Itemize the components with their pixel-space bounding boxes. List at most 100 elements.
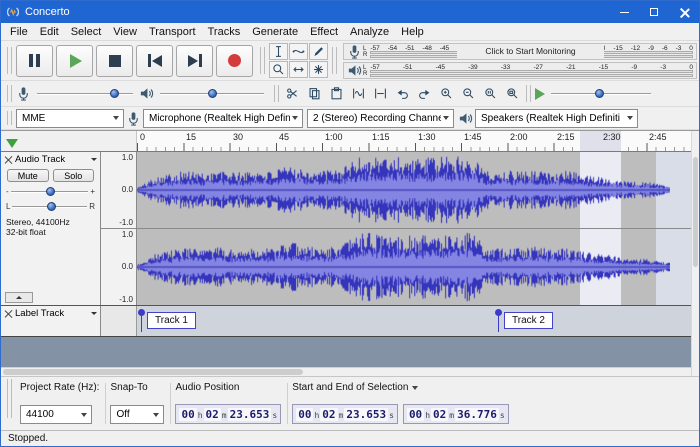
fit-selection-button[interactable] <box>481 84 500 103</box>
gain-thumb[interactable] <box>46 187 55 196</box>
zoom-out-button[interactable] <box>459 84 478 103</box>
timeline-ruler[interactable]: 0 15 30 45 1:00 1:15 1:30 1:45 2:00 2:15… <box>137 131 691 151</box>
selection-tool-button[interactable] <box>269 43 288 60</box>
fit-project-button[interactable] <box>503 84 522 103</box>
audio-position-field[interactable]: 00h 02m 23.653s <box>175 404 281 424</box>
menu-help[interactable]: Help <box>395 25 430 39</box>
label-text[interactable]: Track 1 <box>147 312 196 329</box>
selection-range-label[interactable]: Start and End of Selection <box>292 382 508 393</box>
empty-track-area[interactable] <box>1 337 691 367</box>
timeshift-tool-button[interactable] <box>289 61 308 78</box>
selection-toolbar-grip[interactable] <box>7 379 12 418</box>
playback-meter[interactable]: LR -57-51-45-39-33-27-21-15-9-30 <box>343 62 697 79</box>
meter-toolbar-grip[interactable] <box>332 47 337 74</box>
label-text[interactable]: Track 2 <box>504 312 553 329</box>
draw-tool-button[interactable] <box>309 43 328 60</box>
recording-device-select[interactable]: Microphone (Realtek High Defini <box>143 109 303 128</box>
collapse-track-button[interactable] <box>5 292 33 303</box>
audacity-window: Concerto File Edit Select View Transport… <box>0 0 700 447</box>
label-marker[interactable] <box>141 310 142 332</box>
selection-end-field[interactable]: 00h 02m 36.776s <box>403 404 509 424</box>
close-track-button[interactable] <box>4 156 12 164</box>
multi-tool-button[interactable] <box>309 61 328 78</box>
dropdown-arrow-icon <box>153 413 159 417</box>
play-speed-thumb[interactable] <box>595 89 604 98</box>
monitoring-text[interactable]: Click to Start Monitoring <box>457 45 605 58</box>
cut-button[interactable] <box>283 84 302 103</box>
menu-tracks[interactable]: Tracks <box>202 25 247 39</box>
snap-to-select[interactable]: Off <box>110 405 164 424</box>
waveform-left[interactable] <box>137 152 691 228</box>
menu-view[interactable]: View <box>107 25 143 39</box>
redo-button[interactable] <box>415 84 434 103</box>
playback-volume-thumb[interactable] <box>208 89 217 98</box>
waveform-right[interactable] <box>137 229 691 305</box>
zoom-in-button[interactable] <box>437 84 456 103</box>
vertical-scale-left[interactable]: 1.0 0.0 -1.0 <box>101 152 137 228</box>
menu-file[interactable]: File <box>4 25 34 39</box>
play-at-speed-icon[interactable] <box>535 88 545 100</box>
trim-icon <box>352 87 365 100</box>
playback-device-select[interactable]: Speakers (Realtek High Definiti <box>475 109 638 128</box>
star-icon <box>312 63 325 76</box>
close-track-button[interactable] <box>4 310 12 318</box>
project-rate-select[interactable]: 44100 <box>20 405 92 424</box>
vertical-scroll-thumb[interactable] <box>693 157 698 267</box>
recording-meter[interactable]: LR -57-54-51-48-45-42-39-36-33-30-27-24-… <box>343 43 697 60</box>
mute-button[interactable]: Mute <box>7 169 49 182</box>
tick-label: 1:30 <box>418 132 436 142</box>
gain-slider[interactable] <box>11 186 89 198</box>
envelope-tool-button[interactable] <box>289 43 308 60</box>
skip-to-start-button[interactable] <box>136 45 173 77</box>
minimize-button[interactable] <box>609 1 639 23</box>
paste-button[interactable] <box>327 84 346 103</box>
label-track: Label Track Track 1 Track 2 <box>1 306 691 337</box>
pan-slider[interactable] <box>12 201 87 213</box>
menu-transport[interactable]: Transport <box>143 25 202 39</box>
stop-button[interactable] <box>96 45 133 77</box>
trim-audio-button[interactable] <box>349 84 368 103</box>
play-at-speed-toolbar-grip[interactable] <box>526 85 531 102</box>
horizontal-scroll-thumb[interactable] <box>3 369 303 375</box>
record-button[interactable] <box>216 45 253 77</box>
undo-button[interactable] <box>393 84 412 103</box>
menu-edit[interactable]: Edit <box>34 25 65 39</box>
recording-channels-select[interactable]: 2 (Stereo) Recording Channels <box>307 109 454 128</box>
menu-generate[interactable]: Generate <box>246 25 304 39</box>
vertical-scrollbar[interactable] <box>691 131 699 376</box>
silence-audio-button[interactable] <box>371 84 390 103</box>
tools-toolbar-grip[interactable] <box>260 47 265 74</box>
label-track-content[interactable]: Track 1 Track 2 <box>137 306 691 336</box>
audio-host-select[interactable]: MME <box>16 109 124 128</box>
quick-play-icon[interactable] <box>6 139 18 148</box>
dropdown-arrow-icon <box>113 116 119 120</box>
pan-right-label: R <box>89 202 95 211</box>
recording-volume-thumb[interactable] <box>110 89 119 98</box>
label-marker[interactable] <box>498 310 499 332</box>
menu-effect[interactable]: Effect <box>304 25 344 39</box>
vertical-scale-right[interactable]: 1.0 0.0 -1.0 <box>101 229 137 305</box>
pan-thumb[interactable] <box>47 202 56 211</box>
maximize-button[interactable] <box>639 1 669 23</box>
play-button[interactable] <box>56 45 93 77</box>
playback-volume-slider[interactable] <box>160 87 264 101</box>
pause-button[interactable] <box>16 45 53 77</box>
transport-toolbar-grip[interactable] <box>7 47 12 74</box>
copy-button[interactable] <box>305 84 324 103</box>
solo-button[interactable]: Solo <box>53 169 95 182</box>
skip-to-end-button[interactable] <box>176 45 213 77</box>
recording-volume-slider[interactable] <box>37 87 133 101</box>
track-menu-icon[interactable] <box>91 312 97 315</box>
play-speed-slider[interactable] <box>551 87 651 101</box>
zoom-tool-button[interactable] <box>269 61 288 78</box>
selection-start-field[interactable]: 00h 02m 23.653s <box>292 404 398 424</box>
mixer-toolbar-grip[interactable] <box>7 85 12 102</box>
edit-toolbar-grip[interactable] <box>274 85 279 102</box>
project-rate-label: Project Rate (Hz): <box>20 382 99 393</box>
track-menu-icon[interactable] <box>91 158 97 161</box>
device-toolbar-grip[interactable] <box>7 111 12 125</box>
menu-select[interactable]: Select <box>65 25 108 39</box>
horizontal-scrollbar[interactable] <box>1 367 691 376</box>
menu-analyze[interactable]: Analyze <box>344 25 395 39</box>
close-button[interactable] <box>669 1 699 23</box>
